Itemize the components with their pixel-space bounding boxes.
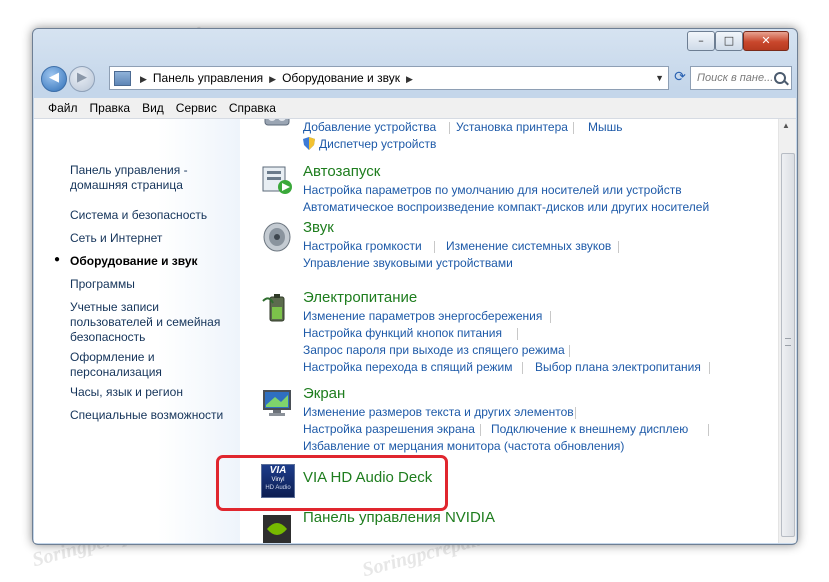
chevron-right-icon[interactable]: ▶ [269, 68, 276, 90]
link-screen-resolution[interactable]: Настройка разрешения экрана [303, 422, 475, 436]
speaker-icon [263, 222, 291, 252]
link-external-display[interactable]: Подключение к внешнему дисплею [491, 422, 688, 436]
category-power[interactable]: Электропитание [303, 289, 417, 306]
search-placeholder: Поиск в пане... [697, 72, 774, 84]
category-display[interactable]: Экран [303, 385, 345, 402]
link-add-device[interactable]: Добавление устройства [303, 120, 436, 134]
sidebar: Панель управления - домашняя страница Си… [34, 119, 240, 543]
autoplay-icon [262, 166, 292, 194]
monitor-icon [263, 390, 291, 416]
menu-help[interactable]: Справка [223, 98, 282, 118]
chevron-right-icon[interactable]: ▶ [406, 68, 413, 90]
close-button[interactable]: ✕ [743, 31, 789, 51]
link-device-manager[interactable]: Диспетчер устройств [319, 137, 436, 151]
menu-view[interactable]: Вид [136, 98, 170, 118]
refresh-icon[interactable]: ⟳ [671, 66, 689, 88]
link-refresh-rate[interactable]: Избавление от мерцания монитора (частота… [303, 439, 624, 453]
menu-edit[interactable]: Правка [84, 98, 137, 118]
search-icon[interactable] [774, 72, 786, 84]
back-button[interactable]: ◀ [41, 66, 67, 92]
nvidia-icon [263, 515, 291, 543]
breadcrumb-item-control-panel[interactable]: Панель управления [153, 71, 263, 85]
highlight-box [216, 455, 448, 511]
link-power-settings[interactable]: Изменение параметров энергосбережения [303, 309, 542, 323]
chevron-right-icon[interactable]: ▶ [140, 68, 147, 90]
sidebar-item-network[interactable]: Сеть и Интернет [70, 231, 162, 246]
link-power-buttons[interactable]: Настройка функций кнопок питания [303, 326, 502, 340]
menu-tools[interactable]: Сервис [170, 98, 223, 118]
category-sound[interactable]: Звук [303, 219, 334, 236]
devices-icon [264, 119, 290, 126]
menu-file[interactable]: Файл [34, 98, 84, 118]
sidebar-item-user-accounts[interactable]: безопасность [70, 330, 145, 345]
link-autoplay-defaults[interactable]: Настройка параметров по умолчанию для но… [303, 183, 682, 197]
link-wake-password[interactable]: Запрос пароля при выходе из спящего режи… [303, 343, 565, 357]
title-bar[interactable]: – □ ✕ [33, 29, 797, 57]
current-bullet-icon: ● [54, 254, 61, 265]
link-add-printer[interactable]: Установка принтера [456, 120, 568, 134]
link-volume[interactable]: Настройка громкости [303, 239, 422, 253]
link-sleep-settings[interactable]: Настройка перехода в спящий режим [303, 360, 512, 374]
sidebar-item-appearance[interactable]: персонализация [70, 365, 162, 380]
address-bar[interactable]: ▶ Панель управления ▶ Оборудование и звук ▶ … [109, 66, 669, 90]
sidebar-item-user-accounts[interactable]: Учетные записи [70, 300, 159, 315]
scroll-up-icon[interactable]: ▲ [782, 121, 790, 130]
link-autoplay-cd[interactable]: Автоматическое воспроизведение компакт-д… [303, 200, 709, 214]
navigation-bar: ◀ ▶ ▶ Панель управления ▶ Оборудование и зв… [33, 62, 797, 92]
battery-icon [262, 294, 285, 322]
link-mouse[interactable]: Мышь [588, 120, 623, 134]
sidebar-item-programs[interactable]: Программы [70, 277, 135, 292]
category-nvidia-control-panel[interactable]: Панель управления NVIDIA [303, 509, 495, 526]
sidebar-item-home[interactable]: Панель управления - [70, 163, 188, 178]
menu-bar: Файл Правка Вид Сервис Справка [34, 98, 796, 119]
forward-button[interactable]: ▶ [69, 66, 95, 92]
sidebar-item-user-accounts[interactable]: пользователей и семейная [70, 315, 220, 330]
link-power-plan[interactable]: Выбор плана электропитания [535, 360, 701, 374]
scrollbar-thumb[interactable] [781, 153, 795, 537]
link-text-size[interactable]: Изменение размеров текста и других элеме… [303, 405, 574, 419]
chevron-down-icon[interactable]: ▼ [655, 67, 664, 89]
breadcrumb: ▶ Панель управления ▶ Оборудование и звук ▶ [134, 67, 419, 90]
sidebar-item-appearance[interactable]: Оформление и [70, 350, 155, 365]
sidebar-item-accessibility[interactable]: Специальные возможности [70, 408, 223, 423]
sidebar-item-home[interactable]: домашняя страница [70, 178, 183, 193]
sidebar-item-hardware-sound[interactable]: Оборудование и звук [70, 254, 198, 269]
vertical-scrollbar[interactable]: ▲ [778, 119, 796, 543]
link-system-sounds[interactable]: Изменение системных звуков [446, 239, 611, 253]
link-sound-devices[interactable]: Управление звуковыми устройствами [303, 256, 513, 270]
breadcrumb-item-hardware-sound[interactable]: Оборудование и звук [282, 71, 400, 85]
minimize-button[interactable]: – [687, 31, 715, 51]
control-panel-icon [114, 71, 131, 86]
search-input[interactable]: Поиск в пане... [690, 66, 792, 90]
maximize-button[interactable]: □ [715, 31, 743, 51]
sidebar-item-security[interactable]: Система и безопасность [70, 208, 207, 223]
shield-icon [303, 137, 315, 150]
sidebar-item-clock-language[interactable]: Часы, язык и регион [70, 385, 183, 400]
category-autoplay[interactable]: Автозапуск [303, 163, 380, 180]
